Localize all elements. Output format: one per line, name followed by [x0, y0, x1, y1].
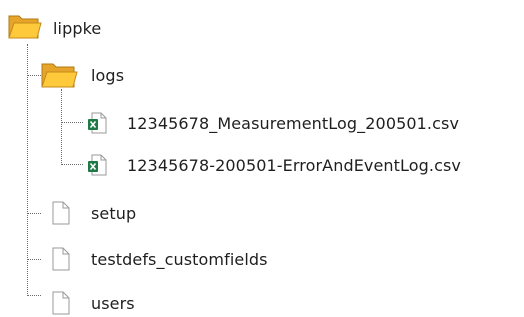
tree-node-file[interactable]: testdefs_customfields — [91, 245, 268, 273]
tree-connector-file1 — [61, 122, 83, 123]
tree-connector-users — [27, 295, 41, 296]
tree-node-file[interactable]: 12345678-200501-ErrorAndEventLog.csv — [127, 151, 461, 179]
excel-csv-file-icon — [88, 154, 107, 176]
tree-node-file[interactable]: users — [91, 289, 135, 317]
file-label: users — [91, 293, 135, 313]
tree-node-logs[interactable]: logs — [91, 61, 124, 89]
blank-file-icon — [52, 291, 70, 315]
file-label: setup — [91, 203, 137, 223]
folder-label-logs: logs — [91, 65, 125, 85]
file-tree: lippke logs 12345678_MeasurementLog_2005… — [0, 0, 524, 316]
file-label: 12345678_MeasurementLog_200501.csv — [127, 113, 460, 133]
blank-file-icon — [52, 247, 70, 271]
folder-label-lippke: lippke — [53, 18, 102, 38]
tree-connector-testdefs — [27, 259, 41, 260]
tree-node-root[interactable]: lippke — [53, 14, 101, 42]
folder-open-icon — [41, 63, 78, 88]
excel-csv-file-icon — [88, 112, 107, 134]
tree-connector-logs-children — [61, 89, 62, 165]
tree-connector-logs — [27, 75, 41, 76]
folder-open-icon — [8, 15, 42, 39]
file-label: 12345678-200501-ErrorAndEventLog.csv — [127, 155, 462, 175]
tree-connector-setup — [27, 213, 41, 214]
file-label: testdefs_customfields — [91, 249, 268, 269]
tree-node-file[interactable]: 12345678_MeasurementLog_200501.csv — [127, 109, 459, 137]
tree-connector-file2 — [61, 164, 83, 165]
blank-file-icon — [52, 201, 70, 225]
tree-node-file[interactable]: setup — [91, 199, 136, 227]
